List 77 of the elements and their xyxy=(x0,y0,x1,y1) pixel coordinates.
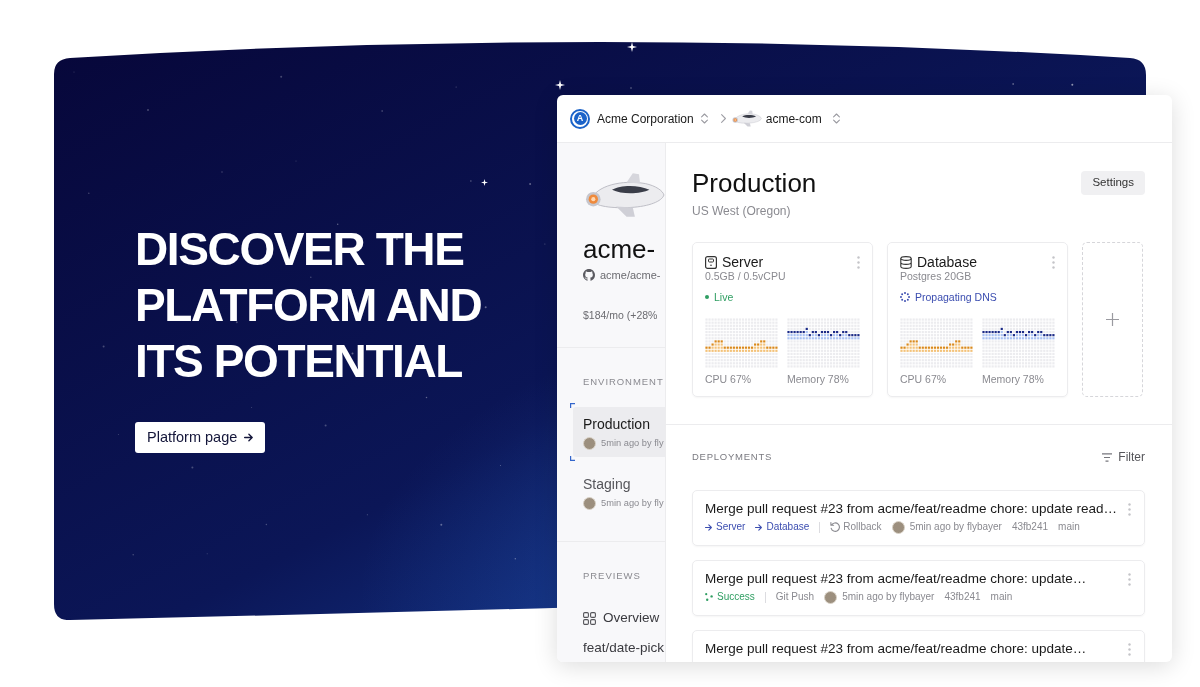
metric-label: CPU 67% xyxy=(705,373,753,386)
environment-name: Staging xyxy=(583,476,632,493)
service-status: Propagating DNS xyxy=(915,290,997,304)
service-spec: 0.5GB / 0.5vCPU xyxy=(705,270,787,283)
metric-label: Memory 78% xyxy=(982,373,1045,386)
avatar-icon xyxy=(891,520,905,534)
project-title: acme- xyxy=(582,234,657,264)
author-text: 5min ago by flybayer xyxy=(909,520,1002,534)
more-options-icon[interactable] xyxy=(1128,502,1131,516)
commit-hash: 43fb241 xyxy=(1011,520,1049,534)
service-name: Database xyxy=(917,254,977,270)
arrow-right-icon xyxy=(705,523,712,531)
metric-label: CPU 67% xyxy=(900,373,948,386)
github-icon xyxy=(583,269,595,281)
dots-icon xyxy=(705,593,713,601)
status-dot-icon xyxy=(705,295,709,299)
more-options-icon[interactable] xyxy=(1128,642,1131,656)
region-text: US West (Oregon) xyxy=(692,203,792,219)
target-link[interactable]: Database xyxy=(755,520,810,534)
environment-meta: 5min ago by fly xyxy=(601,437,664,450)
updown-chevron-icon xyxy=(832,113,840,124)
service-spec: Postgres 20GB xyxy=(900,270,973,283)
trigger-text: Git Push xyxy=(775,590,815,604)
target-link[interactable]: Server xyxy=(705,520,746,534)
page-title: Production xyxy=(692,167,817,199)
service-name: Server xyxy=(722,254,764,270)
avatar-icon xyxy=(583,437,596,450)
arrow-right-icon xyxy=(244,433,254,442)
author-text: 5min ago by flybayer xyxy=(842,590,935,604)
spaceship-icon xyxy=(731,110,762,127)
deployment-title: Merge pull request #23 from acme/feat/readme chore: update read… xyxy=(705,500,1118,518)
deployment-title: Merge pull request #23 from acme/feat/readme chore: update… xyxy=(705,570,1088,588)
section-label: ENVIRONMENT xyxy=(582,375,665,389)
org-logo: A xyxy=(570,108,590,129)
server-icon xyxy=(705,255,717,269)
filter-button[interactable]: Filter xyxy=(1102,448,1145,466)
more-options-icon[interactable] xyxy=(1128,572,1131,586)
chevron-right-icon xyxy=(720,114,726,123)
deployment-title: Merge pull request #23 from acme/feat/readme chore: update… xyxy=(705,640,1088,658)
settings-button[interactable]: Settings xyxy=(1081,171,1145,195)
focus-bracket-icon xyxy=(570,403,575,461)
environment-name: Production xyxy=(583,416,651,433)
sparkle-icon xyxy=(555,80,565,90)
avatar-icon xyxy=(824,590,838,604)
updown-chevron-icon xyxy=(700,113,708,124)
filter-icon xyxy=(1102,452,1113,462)
add-service-button[interactable] xyxy=(1082,242,1143,397)
environment-meta: 5min ago by fly xyxy=(601,497,664,510)
trigger-text: Rollback xyxy=(843,520,882,534)
metric-label: Memory 78% xyxy=(787,373,850,386)
section-label: DEPLOYMENTS xyxy=(692,449,773,464)
spinner-icon xyxy=(900,292,910,302)
avatar-icon xyxy=(583,497,596,510)
undo-icon xyxy=(830,522,841,532)
grid-icon xyxy=(583,611,596,625)
branch-name: main xyxy=(990,590,1013,604)
sparkle-icon xyxy=(481,179,488,186)
commit-hash: 43fb241 xyxy=(944,590,981,604)
deployment-status: Success xyxy=(717,590,755,604)
more-options-icon[interactable] xyxy=(1052,255,1055,269)
headline: DISCOVER THE PLATFORM AND ITS POTENTIAL xyxy=(135,222,483,389)
org-switcher-button[interactable]: A Acme Corporation xyxy=(570,108,708,129)
plus-icon xyxy=(1106,313,1119,326)
arrow-right-icon xyxy=(755,523,763,531)
database-icon xyxy=(900,255,912,269)
environment-item[interactable]: Staging 5min ago by fly xyxy=(573,467,665,517)
service-status: Live xyxy=(714,290,734,304)
branch-name: main xyxy=(1058,520,1080,534)
preview-item[interactable]: feat/date-pick xyxy=(583,640,665,656)
platform-page-button[interactable]: Platform page xyxy=(135,422,266,453)
more-options-icon[interactable] xyxy=(857,255,860,269)
preview-item[interactable]: Overview xyxy=(583,610,665,626)
repo-link[interactable]: acme/acme- xyxy=(600,268,661,282)
project-switcher-button[interactable]: acme-com xyxy=(731,109,840,128)
section-label: PREVIEWS xyxy=(582,569,642,583)
sparkle-icon xyxy=(627,42,637,52)
cost-text: $184/mo (+28% xyxy=(582,308,659,322)
